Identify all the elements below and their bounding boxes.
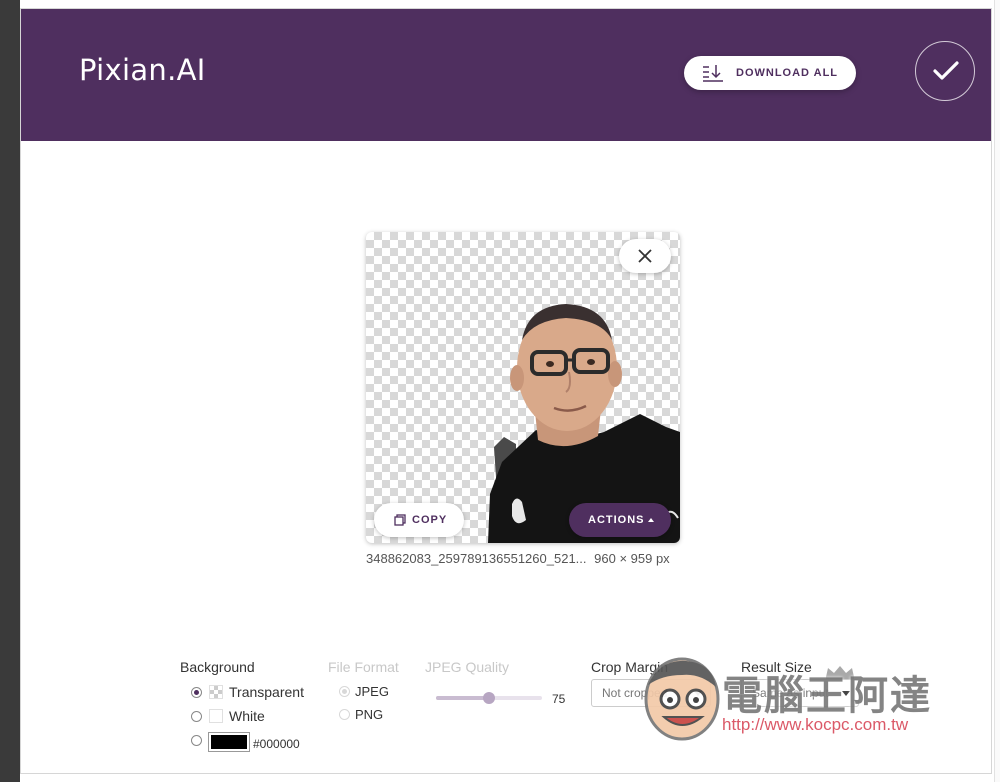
cutout-photo — [488, 304, 680, 543]
download-all-icon — [703, 65, 723, 82]
result-image-card: COPY ACTIONS — [366, 232, 680, 543]
image-info: 348862083_259789136551260_521... 960 × 9… — [366, 551, 670, 566]
download-all-button[interactable]: DOWNLOAD ALL — [684, 56, 856, 90]
jpeg-quality-fill — [436, 696, 489, 700]
actions-label: ACTIONS — [588, 514, 645, 526]
jpeg-quality-slider[interactable] — [436, 692, 542, 704]
background-custom-radio[interactable] — [191, 735, 202, 746]
caret-up-icon — [648, 518, 654, 522]
transparent-swatch — [209, 685, 223, 699]
remove-image-button[interactable] — [619, 239, 671, 273]
format-png-label: PNG — [355, 707, 384, 722]
actions-button[interactable]: ACTIONS — [569, 503, 671, 537]
download-all-label: DOWNLOAD ALL — [736, 67, 839, 79]
window-border — [994, 0, 1000, 782]
checkmark-icon — [933, 61, 959, 80]
window-edge — [0, 0, 20, 782]
file-name: 348862083_259789136551260_521... — [366, 551, 587, 566]
jpeg-quality-value: 75 — [552, 692, 566, 706]
custom-color-value: #000000 — [253, 737, 300, 751]
jpeg-quality-thumb[interactable] — [483, 692, 495, 704]
background-white-label: White — [229, 708, 265, 724]
background-title: Background — [180, 659, 255, 675]
watermark-url: http://www.kocpc.com.tw — [722, 715, 909, 734]
copy-button[interactable]: COPY — [374, 503, 464, 537]
mascot-logo — [644, 657, 720, 741]
background-transparent-label: Transparent — [229, 684, 304, 700]
image-dimensions: 960 × 959 px — [594, 551, 670, 566]
site-watermark: 電腦王阿達 http://www.kocpc.com.tw — [640, 655, 960, 745]
background-white-radio[interactable] — [191, 711, 202, 722]
copy-label: COPY — [412, 514, 448, 526]
format-jpeg-radio[interactable] — [339, 686, 350, 697]
jpeg-quality-title: JPEG Quality — [425, 659, 510, 675]
close-icon — [638, 249, 652, 263]
format-png-radio[interactable] — [339, 709, 350, 720]
white-swatch — [209, 709, 223, 723]
custom-color-picker[interactable] — [208, 732, 250, 752]
top-bar: Pixian.AI DOWNLOAD ALL — [21, 9, 991, 141]
background-transparent-radio[interactable] — [191, 687, 202, 698]
done-button[interactable] — [915, 41, 975, 101]
watermark-text: 電腦王阿達 — [722, 673, 932, 719]
format-jpeg-label: JPEG — [355, 684, 389, 699]
brand-logo[interactable]: Pixian.AI — [79, 53, 206, 87]
file-format-title: File Format — [328, 659, 399, 675]
copy-icon — [394, 514, 406, 526]
screen: Pixian.AI DOWNLOAD ALL COPY ACTIONS 3488… — [0, 0, 1000, 782]
